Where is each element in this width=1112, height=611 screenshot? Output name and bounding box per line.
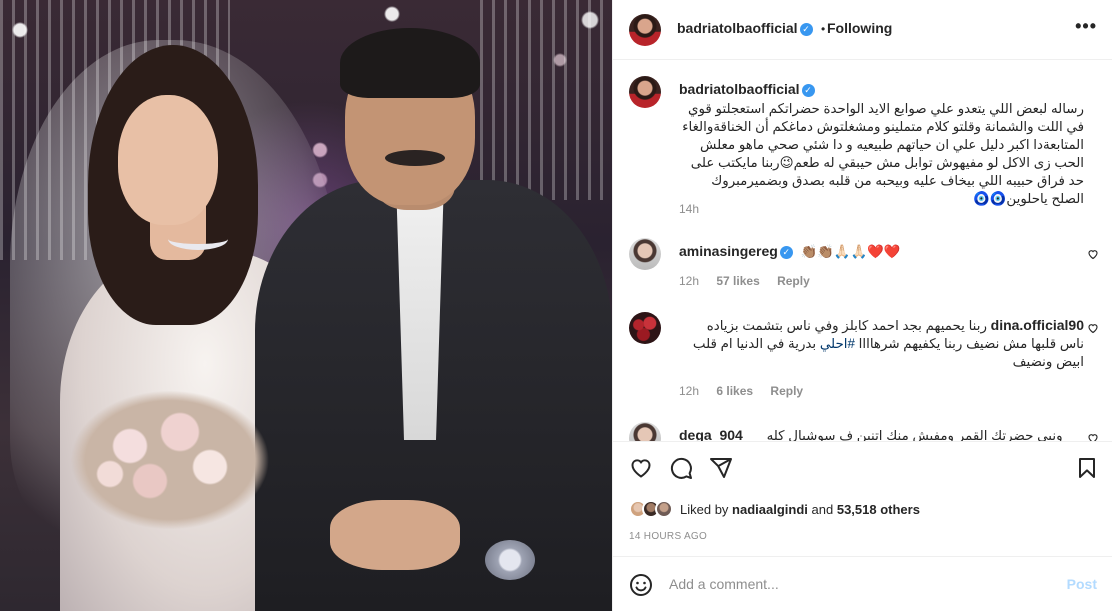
post-image[interactable] (0, 0, 612, 611)
following-button[interactable]: Following (827, 20, 892, 36)
commenter-username[interactable]: dega_904 (679, 427, 743, 441)
bridal-bouquet (70, 390, 270, 530)
post-details-pane: badriatolbaofficial ✓ • Following ••• bad… (612, 0, 1112, 611)
reply-button[interactable]: Reply (777, 274, 810, 288)
emoji-smiley-icon[interactable] (629, 573, 653, 597)
wrist-watch (485, 540, 535, 580)
verified-badge-icon: ✓ (799, 23, 813, 36)
liked-by-prefix: Liked by (680, 501, 729, 517)
share-paper-plane-icon[interactable] (709, 456, 735, 482)
light-curtain-right (480, 0, 612, 200)
bride-face (118, 95, 218, 225)
comment-like-heart-icon[interactable] (1087, 432, 1099, 441)
comment-likes[interactable]: 57 likes (716, 274, 759, 288)
liked-by-text: Liked by nadiaalgindi and 53,518 others (680, 502, 920, 517)
author-username[interactable]: badriatolbaofficial (677, 20, 798, 36)
comment-time[interactable]: 12h (679, 384, 699, 398)
post-button[interactable]: Post (1067, 576, 1097, 592)
comment-meta: 12h 57 likes Reply (679, 274, 824, 288)
author-name-row: badriatolbaofficial ✓ • (677, 20, 829, 38)
commenter-avatar[interactable] (629, 422, 661, 441)
caption-time[interactable]: 14h (679, 202, 699, 216)
necklace (168, 228, 228, 250)
comments-section[interactable]: badriatolbaofficial ✓ رساله لبعض اللي يتع… (613, 61, 1112, 441)
caption-body: badriatolbaofficial ✓ رساله لبعض اللي يتع… (679, 80, 1084, 208)
comment-hashtag[interactable]: #احلي (820, 336, 855, 351)
liker-avatar[interactable] (655, 500, 673, 518)
liked-by-user[interactable]: nadiaalgindi (732, 502, 808, 517)
commenter-username[interactable]: aminasingereg (679, 243, 778, 259)
liked-by-row: Liked by nadiaalgindi and 53,518 others (629, 500, 920, 518)
caption-meta: 14h (679, 202, 713, 216)
liked-by-and: and (811, 501, 834, 517)
comment-text: ونبي حضرتك القمر ومفيش منك اتنين ف سوشيا… (766, 428, 1063, 441)
commenter-avatar[interactable] (629, 238, 661, 270)
comment-meta: 12h 6 likes Reply (679, 384, 817, 398)
caption-text: رساله لبعض اللي يتعدو علي صوابع الايد ال… (682, 101, 1084, 206)
comment-body: aminasingereg ✓ 👏🏽👏🏽🙏🏻🙏🏻❤️❤️ (679, 242, 1084, 261)
comment-item: aminasingereg ✓ 👏🏽👏🏽🙏🏻🙏🏻❤️❤️ 12h 57 likes… (629, 238, 1099, 298)
holding-hands (330, 500, 460, 570)
add-comment-bar: Post (613, 556, 1112, 611)
comment-icon[interactable] (669, 456, 695, 482)
comment-like-heart-icon[interactable] (1087, 248, 1099, 260)
verified-badge-icon: ✓ (779, 246, 793, 259)
caption-username[interactable]: badriatolbaofficial (679, 81, 800, 97)
save-bookmark-icon[interactable] (1075, 456, 1101, 482)
groom-mustache (385, 150, 445, 166)
likes-count[interactable]: 53,518 others (837, 502, 920, 517)
groom-hair (340, 28, 480, 98)
comment-item: dega_904 ونبي حضرتك القمر ومفيش منك اتني… (629, 422, 1099, 441)
reply-button[interactable]: Reply (770, 384, 803, 398)
like-heart-icon[interactable] (629, 456, 655, 482)
comment-likes[interactable]: 6 likes (716, 384, 753, 398)
caption-item: badriatolbaofficial ✓ رساله لبعض اللي يتع… (629, 76, 1099, 216)
caption-avatar[interactable] (629, 76, 661, 108)
verified-badge-icon: ✓ (801, 84, 815, 97)
post-header: badriatolbaofficial ✓ • Following ••• (613, 0, 1112, 60)
comment-item: dina.official90 ربنا يحميهم بجد احمد كاب… (629, 312, 1099, 402)
more-options-icon[interactable]: ••• (1075, 16, 1097, 37)
comment-text-block: dina.official90 ربنا يحميهم بجد احمد كاب… (679, 316, 1084, 371)
header-separator: • (821, 22, 826, 36)
comment-body: dina.official90 ربنا يحميهم بجد احمد كاب… (679, 316, 1084, 371)
comment-time[interactable]: 12h (679, 274, 699, 288)
post-time-ago[interactable]: 14 HOURS AGO (629, 531, 707, 542)
author-avatar[interactable] (629, 14, 661, 46)
comment-body: dega_904 ونبي حضرتك القمر ومفيش منك اتني… (679, 426, 1084, 441)
comment-input[interactable] (669, 574, 1039, 594)
comment-like-heart-icon[interactable] (1087, 322, 1099, 334)
commenter-username[interactable]: dina.official90 (991, 317, 1084, 333)
commenter-avatar[interactable] (629, 312, 661, 344)
comment-text: 👏🏽👏🏽🙏🏻🙏🏻❤️❤️ (800, 244, 901, 259)
